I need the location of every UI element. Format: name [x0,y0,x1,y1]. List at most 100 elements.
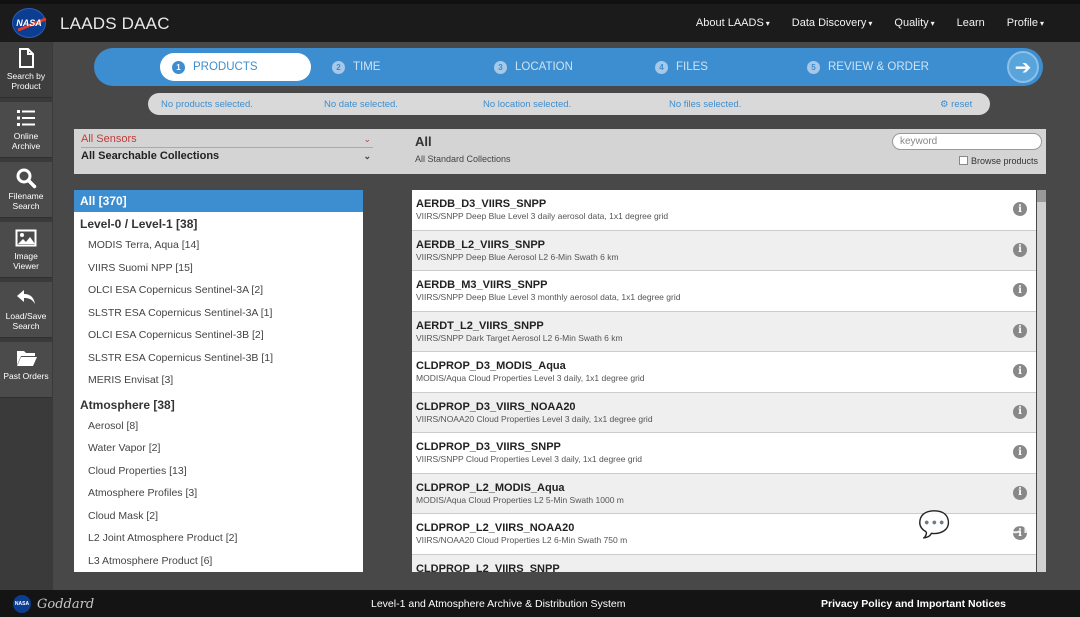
step-label: TIME [353,61,381,73]
info-icon[interactable]: i [1013,323,1027,338]
tab-products[interactable]: 1 PRODUCTS [160,53,311,81]
sidebar-item-past-orders[interactable]: Past Orders [0,342,52,398]
tab-time[interactable]: 2 TIME [332,48,380,86]
category-item[interactable]: L2 Joint Atmosphere Product [2] [74,528,363,551]
product-name: CLDPROP_D3_VIIRS_NOAA20 [416,400,576,413]
category-item[interactable]: Cloud Properties [13] [74,461,363,484]
nav-quality[interactable]: Quality ▾ [894,17,934,29]
sensor-select[interactable]: All Sensors ⌄ [81,133,373,148]
step-number: 4 [655,60,668,74]
product-row[interactable]: AERDB_M3_VIIRS_SNPP VIIRS/SNPP Deep Blue … [412,271,1036,312]
nasa-logo-small: NASA [13,595,31,613]
step-label: LOCATION [515,61,573,73]
tab-location[interactable]: 3 LOCATION [494,48,573,86]
app-title[interactable]: LAADS DAAC [60,14,170,34]
goddard-logo[interactable]: NASA Goddard [13,595,94,613]
product-name: CLDPROP_L2_MODIS_Aqua [416,481,565,494]
top-navbar: NASA LAADS DAAC About LAADS ▾ Data Discov… [0,4,1080,42]
sidebar-label: Search [12,321,40,331]
info-icon[interactable]: i [1013,445,1027,459]
category-item[interactable]: VIIRS Suomi NPP [15] [74,258,363,281]
collection-select[interactable]: All Searchable Collections ⌄ [81,150,373,165]
sidebar-item-filename-search[interactable]: Filename Search [0,162,52,218]
scrollbar-thumb[interactable] [1037,190,1046,202]
sidebar-label: Image [14,251,38,261]
category-item[interactable]: OLCI ESA Copernicus Sentinel-3B [2] [74,325,363,348]
product-row[interactable]: CLDPROP_L2_MODIS_Aqua MODIS/Aqua Cloud Pr… [412,473,1036,514]
info-icon[interactable]: i [1013,485,1027,500]
status-date: No date selected. [324,99,398,110]
category-item[interactable]: SLSTR ESA Copernicus Sentinel-3A [1] [74,303,363,326]
info-icon[interactable]: i [1013,364,1027,378]
chevron-down-icon: ▾ [1039,19,1044,28]
step-number: 3 [494,60,507,74]
sidebar-label: Search [12,201,40,211]
sidebar-item-online-archive[interactable]: Online Archive [0,102,52,158]
sidebar-item-search-by-product[interactable]: Search by Product [0,42,52,98]
product-row[interactable]: AERDB_L2_VIIRS_SNPP VIIRS/SNPP Deep Blue … [412,230,1036,271]
list-icon [17,110,35,126]
category-item[interactable]: MODIS Terra, Aqua [14] [74,235,363,258]
footer: NASA Goddard Level-1 and Atmosphere Archi… [0,590,1080,617]
filter-subtitle: All Standard Collections [415,154,511,164]
keyword-search-input[interactable] [892,133,1042,150]
sidebar-item-load-save-search[interactable]: Load/Save Search [0,282,52,338]
selection-status-bar: No products selected. No date selected. … [148,93,990,115]
arrow-right-icon: ➔ [1014,56,1032,79]
chevron-down-icon: ⌄ [363,134,371,144]
product-row[interactable]: AERDB_D3_VIIRS_SNPP VIIRS/SNPP Deep Blue … [412,190,1036,231]
info-icon[interactable]: i [1013,404,1027,419]
nav-learn[interactable]: Learn [957,17,985,29]
sensor-select-value: All Sensors [81,133,137,145]
nav-profile[interactable]: Profile ▾ [1007,17,1044,29]
product-name: CLDPROP_D3_MODIS_Aqua [416,360,566,372]
back-arrow-icon [17,290,35,304]
left-sidebar: Search by Product Online Archive Filename S… [0,42,53,590]
category-item[interactable]: OLCI ESA Copernicus Sentinel-3A [2] [74,280,363,303]
category-item[interactable]: SLSTR ESA Copernicus Sentinel-3B [1] [74,348,363,371]
nav-data-discovery[interactable]: Data Discovery ▾ [792,17,873,29]
reset-label: reset [951,99,973,110]
nav-label: Quality [894,17,929,29]
nav-about-laads[interactable]: About LAADS ▾ [696,17,770,29]
tab-files[interactable]: 4 FILES [655,48,708,86]
privacy-policy-link[interactable]: Privacy Policy and Important Notices [821,598,1006,610]
category-all[interactable]: All [370] [74,190,363,212]
product-name: AERDT_L2_VIIRS_SNPP [416,319,544,332]
step-label: FILES [676,61,708,73]
product-row[interactable]: CLDPROP_D3_MODIS_Aqua MODIS/Aqua Cloud Pr… [412,352,1036,393]
sidebar-label: Filename [8,191,44,201]
browse-products-checkbox[interactable] [959,156,968,165]
product-description: VIIRS/SNPP Dark Target Aerosol L2 6-Min … [416,332,623,343]
sidebar-item-image-viewer[interactable]: Image Viewer [0,222,52,278]
category-list: All [370] Level-0 / Level-1 [38] MODIS T… [74,190,363,572]
category-item[interactable]: MERIS Envisat [3] [74,370,363,393]
category-item[interactable]: Cloud Mask [2] [74,506,363,529]
category-item[interactable]: Water Vapor [2] [74,438,363,461]
nav-label: Profile [1006,17,1038,29]
reset-button[interactable]: ⚙ reset [940,99,972,110]
info-icon[interactable]: i [1013,242,1027,257]
category-item[interactable]: L3 Atmosphere Product [6] [74,551,363,573]
next-step-button[interactable]: ➔ [1007,51,1039,83]
info-icon[interactable]: i [1013,283,1027,297]
category-heading[interactable]: Level-0 / Level-1 [38] [74,212,363,235]
watermark-text: J Rser [958,510,1033,540]
product-row[interactable]: CLDPROP_D3_VIIRS_SNPP VIIRS/SNPP Cloud Pr… [412,433,1036,474]
step-label: REVIEW & ORDER [828,61,929,73]
tab-review-order[interactable]: 5 REVIEW & ORDER [807,48,929,86]
category-item[interactable]: Atmosphere Profiles [3] [74,483,363,506]
product-row[interactable]: CLDPROP_D3_VIIRS_NOAA20 VIIRS/NOAA20 Clou… [412,392,1036,433]
product-row[interactable]: CLDPROP_L2_VIIRS_SNPP [412,554,1036,572]
collection-select-value: All Searchable Collections [81,150,220,162]
product-list-scrollbar[interactable] [1037,190,1046,572]
category-heading[interactable]: Atmosphere [38] [74,393,363,416]
sidebar-label: Past Orders [3,371,49,381]
sidebar-label: Viewer [13,261,39,271]
browse-products-label: Browse products [971,156,1039,166]
product-name: AERDB_D3_VIIRS_SNPP [416,198,547,210]
nasa-logo[interactable]: NASA [12,8,46,38]
product-row[interactable]: AERDT_L2_VIIRS_SNPP VIIRS/SNPP Dark Targe… [412,311,1036,352]
info-icon[interactable]: i [1013,202,1027,216]
category-item[interactable]: Aerosol [8] [74,416,363,439]
